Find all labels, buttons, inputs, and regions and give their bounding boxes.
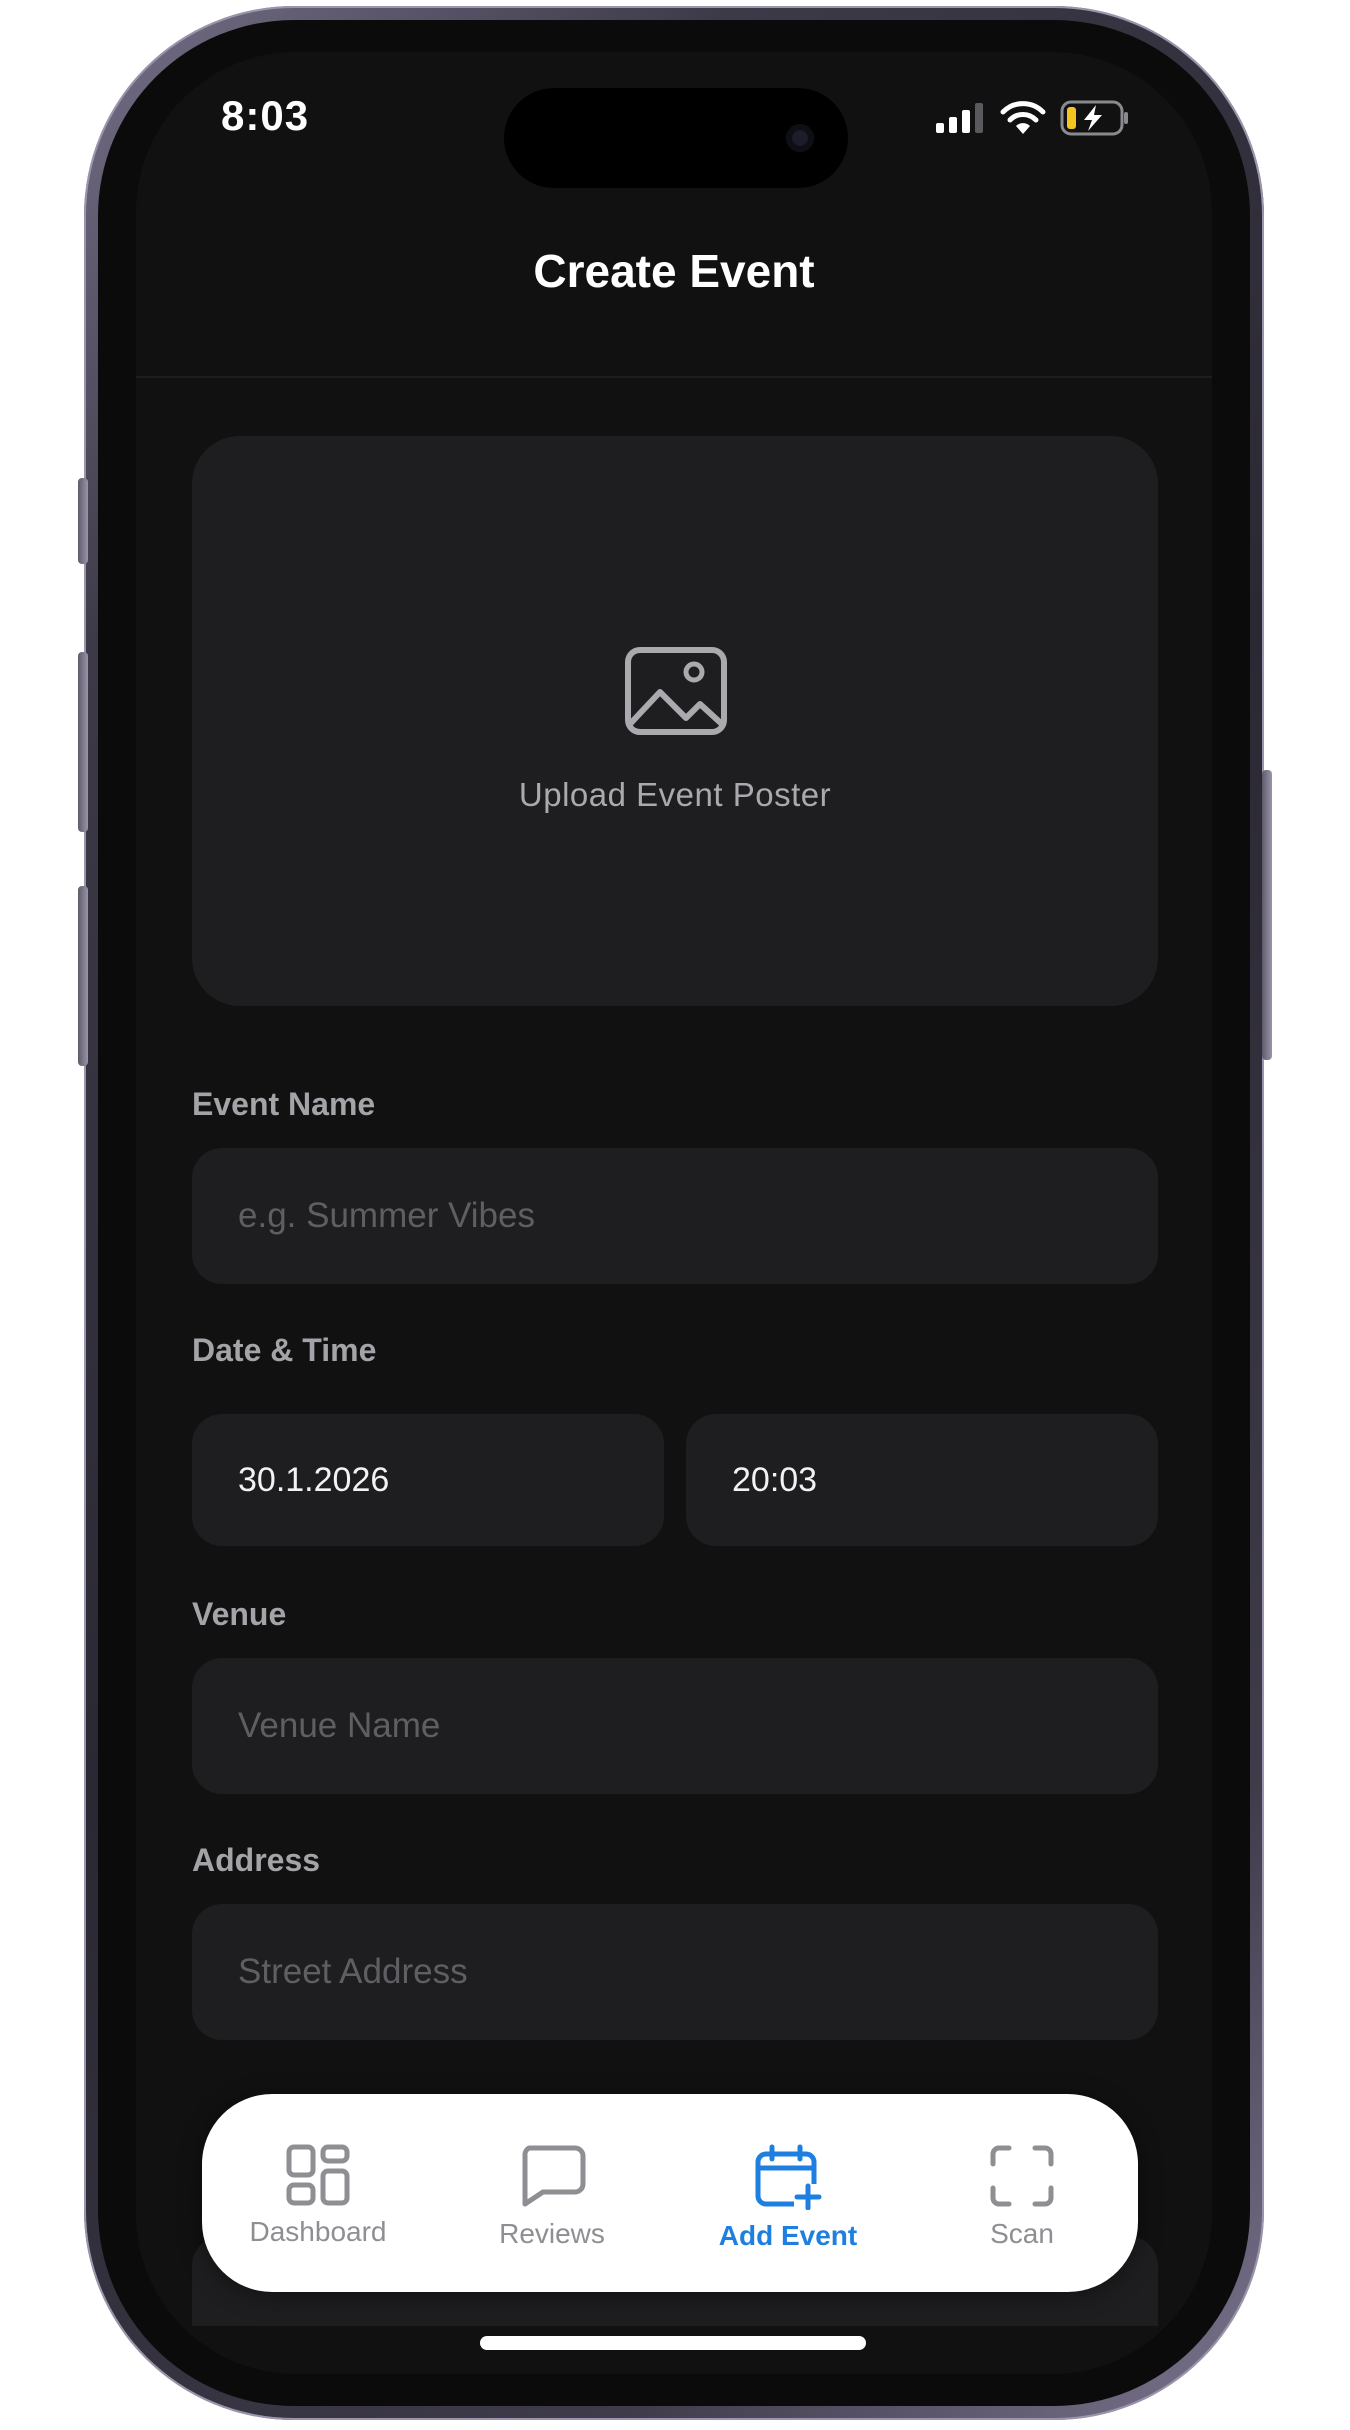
date-time-label: Date & Time [192, 1332, 377, 1368]
tab-add-event[interactable]: Add Event [678, 2144, 898, 2252]
app-screen: 8:03 Create Event Upload Event Poster Ev… [136, 52, 1212, 2374]
event-name-placeholder: e.g. Summer Vibes [238, 1196, 535, 1235]
time-value: 20:03 [732, 1461, 818, 1499]
address-input[interactable]: Street Address [192, 1904, 1158, 2040]
chat-bubble-icon [522, 2145, 586, 2207]
address-label: Address [192, 1842, 321, 1878]
event-name-input[interactable]: e.g. Summer Vibes [192, 1148, 1158, 1284]
tab-reviews-label: Reviews [499, 2218, 605, 2249]
tab-scan-label: Scan [990, 2218, 1054, 2249]
image-icon [625, 647, 727, 735]
address-placeholder: Street Address [238, 1952, 468, 1991]
navigation-header: Create Event [136, 202, 1212, 378]
time-picker[interactable]: 20:03 [686, 1414, 1158, 1546]
status-icons [934, 100, 1130, 136]
tab-bar: Dashboard Reviews Add Event Scan [202, 2094, 1138, 2292]
event-name-label: Event Name [192, 1086, 376, 1122]
volume-down-button [78, 886, 88, 1066]
tab-add-event-label: Add Event [718, 2220, 858, 2251]
venue-label: Venue [192, 1596, 287, 1632]
home-indicator[interactable] [480, 2336, 866, 2350]
dynamic-island [504, 88, 848, 188]
date-value: 30.1.2026 [238, 1461, 390, 1499]
tab-dashboard[interactable]: Dashboard [208, 2144, 428, 2248]
scan-frame-icon [990, 2145, 1054, 2207]
tab-scan[interactable]: Scan [912, 2144, 1132, 2250]
upload-poster-area[interactable]: Upload Event Poster [192, 436, 1158, 1006]
date-picker[interactable]: 30.1.2026 [192, 1414, 664, 1546]
upload-poster-label: Upload Event Poster [518, 776, 832, 813]
venue-input[interactable]: Venue Name [192, 1658, 1158, 1794]
cellular-signal-icon [936, 103, 983, 133]
front-camera [786, 124, 814, 152]
battery-charging-icon [1060, 100, 1128, 136]
grid-icon [286, 2144, 350, 2206]
calendar-plus-icon [755, 2144, 822, 2210]
volume-up-button [78, 652, 88, 832]
wifi-icon [1000, 101, 1046, 134]
tab-dashboard-label: Dashboard [249, 2216, 387, 2247]
venue-placeholder: Venue Name [238, 1706, 441, 1745]
tab-reviews[interactable]: Reviews [442, 2144, 662, 2250]
page-title: Create Event [533, 245, 815, 297]
power-button [1262, 770, 1272, 1060]
action-button [78, 478, 88, 564]
status-time: 8:03 [221, 92, 310, 139]
